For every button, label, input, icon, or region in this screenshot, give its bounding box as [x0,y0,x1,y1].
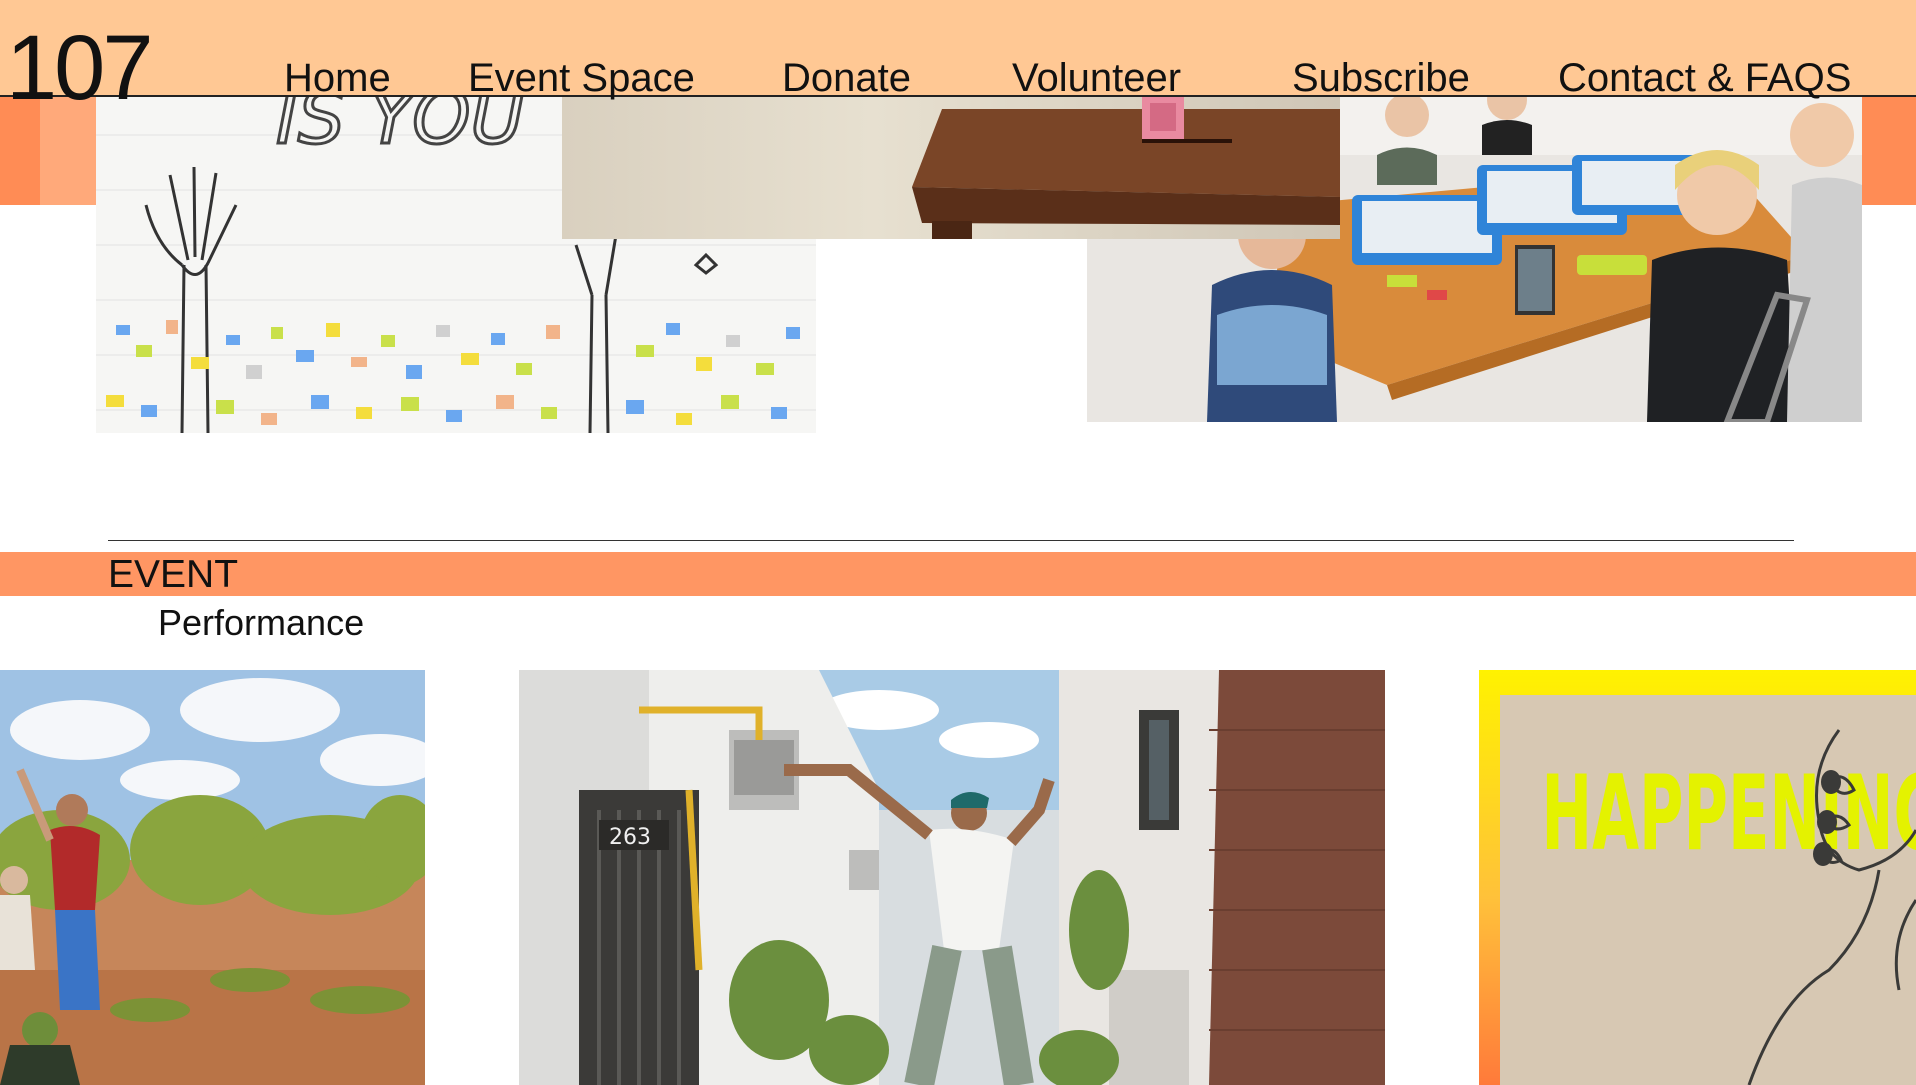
happenings-poster: HAPPENINGS [1479,670,1916,1085]
event-section-title: EVENT [108,553,239,596]
nav-subscribe[interactable]: Subscribe [1292,58,1470,98]
site-logo[interactable]: 107 [6,22,153,114]
mural-lettering: IS YOU [276,95,525,161]
nav-contact-faqs[interactable]: Contact & FAQS [1558,58,1851,98]
event-card-happenings[interactable]: HAPPENINGS [1479,670,1916,1085]
nav-volunteer[interactable]: Volunteer [1012,58,1181,98]
hero-donation-box-image [562,95,1340,239]
nav-home[interactable]: Home [284,58,391,98]
poster-title: HAPPENINGS [1541,754,1916,875]
right-accent-block [1862,97,1916,205]
event-card-outdoor-dancers[interactable] [0,670,425,1085]
outdoor-dancers-photo [0,670,425,1085]
dancer-in-alley-photo: 263 [519,670,1385,1085]
event-card-alley-dancer[interactable]: 263 [519,670,1385,1085]
section-divider [108,540,1794,541]
door-number: 263 [609,825,651,850]
event-section-band [0,552,1916,596]
nav-event-space[interactable]: Event Space [468,58,695,98]
nav-donate[interactable]: Donate [782,58,911,98]
event-category-label[interactable]: Performance [158,605,364,641]
